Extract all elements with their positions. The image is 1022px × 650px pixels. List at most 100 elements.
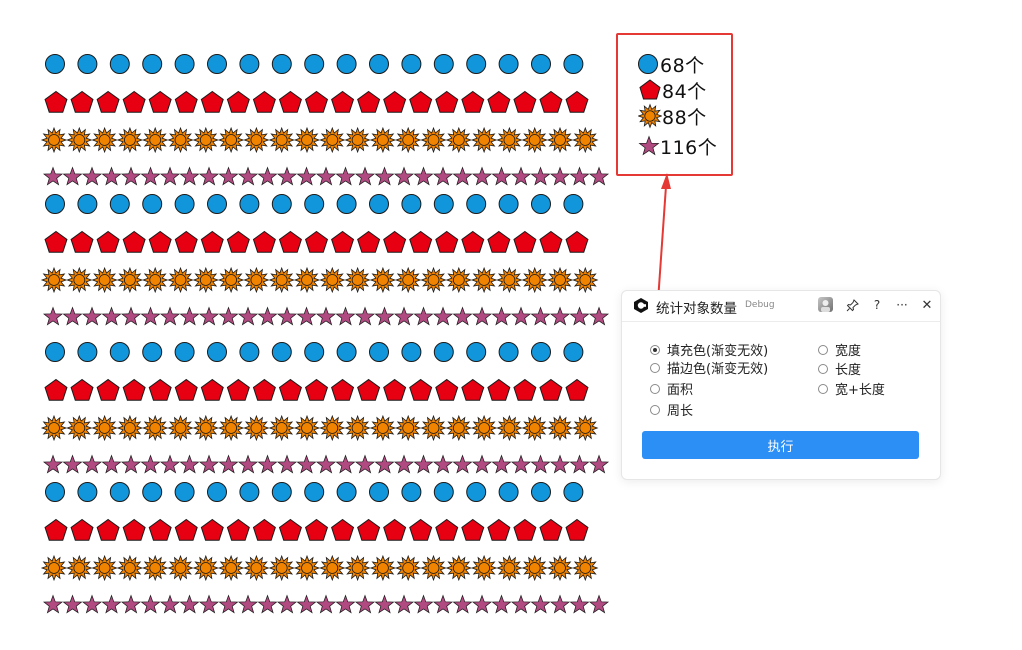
radio-width[interactable]: [818, 344, 828, 355]
option-label: 宽+长度: [835, 383, 885, 398]
pentagon-shape: [252, 378, 276, 401]
user-avatar[interactable]: [818, 297, 833, 312]
star-count: 116个: [660, 136, 718, 159]
circle-shape: [466, 342, 487, 362]
star-shape: [62, 306, 83, 326]
star-shape: [588, 306, 610, 326]
circle-count: 68个: [660, 54, 705, 77]
option-perimeter[interactable]: 周长: [650, 400, 693, 419]
sun-shape: [192, 266, 219, 294]
circle-shape: [271, 54, 292, 74]
count-row-pentagon: 84个: [638, 77, 707, 103]
star-shape: [491, 306, 512, 326]
star-shape: [530, 166, 551, 186]
sun-shape: [496, 554, 523, 582]
radio-width-plus-length[interactable]: [818, 383, 828, 394]
pentagon-shape: [278, 230, 302, 253]
option-width-plus-length[interactable]: 宽+长度: [818, 379, 885, 398]
sun-shape: [167, 266, 194, 294]
star-shape: [296, 306, 317, 326]
option-label: 周长: [667, 404, 694, 419]
star-shape: [432, 454, 454, 474]
pentagon-shape: [200, 518, 224, 541]
option-width[interactable]: 宽度: [818, 340, 861, 359]
circle-shape: [271, 482, 292, 502]
star-shape: [530, 306, 551, 326]
star-shape: [315, 306, 337, 326]
option-fill-color[interactable]: 填充色(渐变无效): [650, 340, 768, 359]
star-shape-icon: [638, 135, 660, 156]
pentagon-shape: [226, 378, 250, 401]
radio-perimeter[interactable]: [650, 404, 660, 415]
sun-shape: [91, 414, 118, 442]
circle-shape: [207, 482, 227, 502]
pentagon-count: 84个: [662, 80, 707, 103]
pentagon-shape: [409, 230, 433, 253]
circle-shape: [304, 54, 325, 74]
circle-shape: [433, 342, 454, 362]
star-shape: [374, 306, 395, 326]
option-stroke-color[interactable]: 描边色(渐变无效): [650, 358, 768, 377]
star-shape: [471, 306, 493, 326]
sun-shape: [470, 554, 498, 582]
star-shape: [42, 594, 64, 614]
close-button[interactable]: ✕: [918, 296, 936, 314]
circle-shape: [401, 482, 422, 502]
pentagon-shape: [513, 378, 537, 401]
star-shape: [491, 594, 512, 614]
circle-shape: [466, 54, 487, 74]
star-shape: [179, 594, 200, 614]
shape-canvas[interactable]: [0, 0, 615, 650]
count-row-star: 116个: [638, 133, 717, 159]
pentagon-shape: [252, 230, 276, 253]
star-shape: [276, 454, 298, 474]
star-shape: [530, 594, 551, 614]
pentagon-shape: [435, 378, 459, 401]
sun-shape: [116, 414, 144, 442]
debug-tag: Debug: [745, 300, 775, 310]
radio-fill-color[interactable]: [650, 344, 660, 355]
sun-shape: [546, 266, 574, 294]
circle-shape-icon: [638, 54, 658, 74]
star-shape: [510, 166, 532, 186]
sun-shape: [445, 554, 472, 582]
sun-count: 88个: [662, 106, 707, 129]
sun-shape: [344, 414, 371, 442]
pentagon-shape: [304, 90, 329, 113]
sun-shape: [40, 554, 68, 582]
more-button[interactable]: ···: [893, 296, 911, 314]
option-area[interactable]: 面积: [650, 379, 693, 398]
pentagon-shape: [200, 90, 224, 113]
pentagon-shape: [461, 90, 485, 113]
star-shape: [432, 594, 454, 614]
sun-shape: [167, 414, 194, 442]
option-length[interactable]: 长度: [818, 359, 861, 378]
pin-button[interactable]: [843, 296, 861, 314]
star-shape: [198, 594, 220, 614]
sun-shape: [470, 266, 498, 294]
radio-area[interactable]: [650, 383, 660, 394]
radio-stroke-color[interactable]: [650, 362, 660, 373]
star-shape: [510, 594, 532, 614]
pentagon-shape: [539, 378, 563, 401]
circle-shape: [369, 194, 389, 214]
star-shape: [101, 594, 122, 614]
star-shape: [549, 454, 571, 474]
pentagon-shape: [278, 90, 302, 113]
help-button[interactable]: ?: [868, 296, 886, 314]
pentagon-shape: [70, 378, 94, 401]
sun-shape: [192, 126, 219, 154]
radio-length[interactable]: [818, 363, 828, 374]
star-shape: [237, 594, 259, 614]
star-shape: [62, 166, 83, 186]
count-result-box: 68个 84个 88个 116个: [616, 33, 733, 176]
circle-shape: [336, 482, 357, 502]
star-shape: [237, 454, 259, 474]
sun-shape: [268, 414, 295, 442]
option-label: 面积: [667, 383, 694, 398]
sun-shape: [192, 414, 219, 442]
pentagon-shape: [122, 518, 146, 541]
sun-shape: [167, 554, 194, 582]
execute-button[interactable]: 执行: [642, 431, 919, 459]
pentagon-shape: [174, 518, 198, 541]
